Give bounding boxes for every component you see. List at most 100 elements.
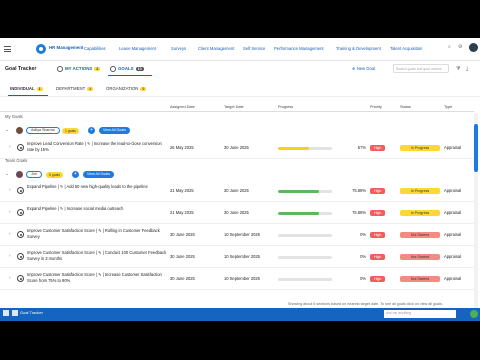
nav-item-self-service[interactable]: Self Service bbox=[243, 46, 265, 51]
column-assigned-date[interactable]: Assigned Date bbox=[170, 105, 195, 109]
goal-title[interactable]: Improve Customer Satisfaction Score | ✎ … bbox=[27, 228, 167, 240]
taskbar-app-label[interactable]: Goal Tracker bbox=[20, 310, 43, 315]
status-badge[interactable]: Not Started bbox=[400, 232, 440, 238]
table-row[interactable]: › Expand Pipeline | ✎ | Increase social m… bbox=[0, 204, 474, 222]
chevron-down-icon[interactable]: ⌄ bbox=[5, 171, 9, 177]
column-progress[interactable]: Progress bbox=[278, 105, 293, 109]
add-goal-button[interactable]: + bbox=[88, 127, 95, 134]
target-date: 10 September 2025 bbox=[224, 254, 260, 259]
target-date: 30 June 2025 bbox=[224, 188, 249, 193]
column-target-date[interactable]: Target Date bbox=[224, 105, 244, 109]
tab-my-actions[interactable]: MY ACTIONS 2 bbox=[57, 66, 101, 72]
priority-badge: High bbox=[370, 188, 386, 194]
add-goal-button[interactable]: + bbox=[72, 171, 79, 178]
progress-percent: 0% bbox=[360, 276, 366, 281]
progress-percent: 0% bbox=[360, 232, 366, 237]
taskbar-search-input[interactable]: Ask me anything bbox=[384, 310, 456, 318]
top-navigation: HR Management Capabilities Leave Managem… bbox=[0, 38, 480, 61]
brand-name[interactable]: HR Management bbox=[49, 45, 83, 50]
progress-bar bbox=[278, 212, 332, 215]
priority-badge: High bbox=[370, 232, 386, 238]
target-icon bbox=[110, 66, 116, 72]
goal-title[interactable]: Improve Customer Satisfaction Score | ✎ … bbox=[27, 272, 167, 284]
chevron-right-icon[interactable]: › bbox=[9, 209, 11, 214]
goal-title[interactable]: Improve Lead Conversion Rate | ✎ | Incre… bbox=[27, 141, 167, 153]
start-icon[interactable] bbox=[3, 310, 9, 316]
goal-icon bbox=[17, 231, 24, 238]
nav-item-performance-management[interactable]: Performance Management bbox=[274, 46, 324, 51]
scope-individual-label: INDIVIDUAL bbox=[10, 86, 35, 91]
view-all-goals-button[interactable]: View All Goals bbox=[83, 171, 114, 178]
goal-icon bbox=[17, 275, 24, 282]
status-badge[interactable]: In Progress bbox=[400, 188, 440, 194]
nav-item-surveys[interactable]: Surveys bbox=[171, 46, 186, 51]
download-icon[interactable]: ⤓ bbox=[466, 66, 468, 72]
user-avatar[interactable] bbox=[469, 43, 478, 52]
owner-name-chip[interactable]: Aditya Sharma bbox=[26, 127, 60, 134]
target-date: 10 September 2025 bbox=[224, 276, 260, 281]
table-row[interactable]: › Improve Customer Satisfaction Score | ✎… bbox=[0, 248, 474, 266]
assigned-date: 21 May 2025 bbox=[170, 188, 194, 193]
assigned-date: 26 May 2025 bbox=[170, 145, 194, 150]
progress-bar bbox=[278, 256, 332, 259]
hamburger-menu-icon[interactable] bbox=[4, 46, 11, 52]
app-icon[interactable] bbox=[12, 310, 18, 316]
view-all-goals-button[interactable]: View All Goals bbox=[99, 127, 130, 134]
scrollbar-thumb[interactable] bbox=[474, 124, 478, 172]
nav-item-capabilities[interactable]: Capabilities bbox=[84, 46, 106, 51]
column-status[interactable]: Status bbox=[400, 105, 411, 109]
nav-item-client-management[interactable]: Client Management bbox=[198, 46, 234, 51]
chevron-right-icon[interactable]: › bbox=[9, 275, 11, 280]
chevron-right-icon[interactable]: › bbox=[9, 144, 11, 149]
goal-title[interactable]: Expand Pipeline | ✎ | Add 50 new high-qu… bbox=[27, 184, 167, 190]
status-badge[interactable]: Not Started bbox=[400, 254, 440, 260]
nav-item-talent-acquisition[interactable]: Talent Acquisition bbox=[390, 46, 422, 51]
progress-percent: 75.88% bbox=[352, 188, 366, 193]
table-row[interactable]: › Expand Pipeline | ✎ | Add 50 new high-q… bbox=[0, 182, 474, 200]
progress-percent: 0% bbox=[360, 254, 366, 259]
assigned-date: 21 May 2025 bbox=[170, 210, 194, 215]
chevron-right-icon[interactable]: › bbox=[9, 253, 11, 258]
goal-title[interactable]: Improve Customer Satisfaction Score | ✎ … bbox=[27, 250, 167, 262]
app-logo-icon bbox=[36, 44, 46, 54]
status-badge[interactable]: Not Started bbox=[400, 276, 440, 282]
row-divider bbox=[0, 289, 474, 290]
progress-bar bbox=[278, 190, 332, 193]
chevron-right-icon[interactable]: › bbox=[9, 231, 11, 236]
priority-badge: High bbox=[370, 210, 386, 216]
filter-icon[interactable]: ⧩ bbox=[456, 66, 460, 72]
goal-title[interactable]: Expand Pipeline | ✎ | Increase social me… bbox=[27, 206, 167, 212]
goal-icon bbox=[17, 253, 24, 260]
status-badge[interactable]: In Progress bbox=[400, 210, 440, 216]
row-divider bbox=[0, 223, 474, 224]
row-divider bbox=[0, 201, 474, 202]
scope-individual[interactable]: INDIVIDUAL 1 bbox=[10, 86, 43, 91]
search-input[interactable]: Search goals and goal owners bbox=[393, 64, 449, 73]
status-badge[interactable]: In Progress bbox=[400, 145, 440, 151]
nav-item-training-development[interactable]: Training & Development bbox=[336, 46, 381, 51]
progress-percent: 75.88% bbox=[352, 210, 366, 215]
search-icon[interactable]: ⌕ bbox=[448, 44, 451, 50]
owner-name-chip[interactable]: Jon bbox=[26, 171, 42, 178]
row-divider bbox=[0, 245, 474, 246]
scope-department[interactable]: DEPARTMENT 4 bbox=[56, 86, 94, 91]
tab-goals[interactable]: GOALS 10 bbox=[110, 66, 144, 72]
goal-type: Appraisal bbox=[444, 188, 462, 193]
chevron-down-icon[interactable]: ⌄ bbox=[5, 127, 9, 133]
scope-department-label: DEPARTMENT bbox=[56, 86, 86, 91]
new-goal-button[interactable]: ⊕ New Goal bbox=[352, 66, 375, 71]
table-row[interactable]: › Improve Lead Conversion Rate | ✎ | Incr… bbox=[0, 139, 474, 157]
column-type[interactable]: Type bbox=[444, 105, 452, 109]
nav-item-leave-management[interactable]: Leave Management bbox=[119, 46, 156, 51]
table-row[interactable]: › Improve Customer Satisfaction Score | ✎… bbox=[0, 270, 474, 288]
tab-my-actions-label: MY ACTIONS bbox=[65, 66, 93, 72]
scope-organization[interactable]: ORGANIZATION 5 bbox=[106, 86, 147, 91]
assigned-date: 30 June 2025 bbox=[170, 276, 195, 281]
status-icon[interactable] bbox=[470, 310, 478, 318]
goal-icon bbox=[17, 187, 24, 194]
settings-gear-icon[interactable]: ⚙ bbox=[458, 44, 462, 50]
table-row[interactable]: › Improve Customer Satisfaction Score | ✎… bbox=[0, 226, 474, 244]
column-priority[interactable]: Priority bbox=[370, 105, 382, 109]
footer-message: Showing about 6 sections based on neares… bbox=[288, 302, 443, 306]
chevron-right-icon[interactable]: › bbox=[9, 187, 11, 192]
